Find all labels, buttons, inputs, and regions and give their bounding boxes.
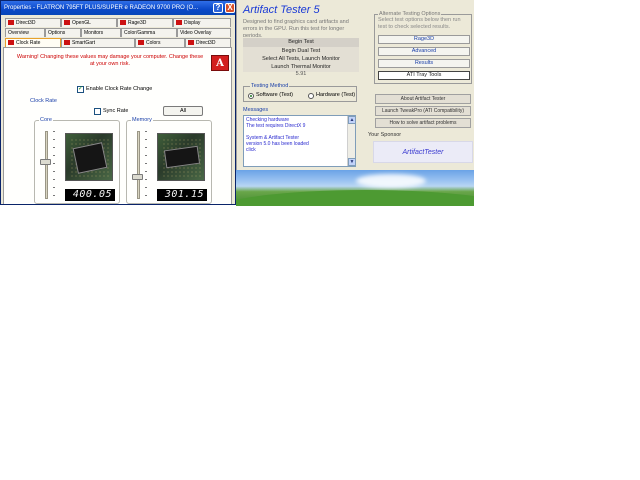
clock-rate-panel: Warning! Changing these values may damag… (3, 47, 232, 204)
core-label: Core (39, 117, 53, 124)
option-results-button[interactable]: Results (378, 59, 470, 68)
testing-method-group: Testing Method Software (Test) Hardware … (243, 83, 357, 102)
memory-clock-display: 301.15 (157, 189, 207, 201)
ati-icon (120, 20, 126, 26)
tab-clock-rate[interactable]: Clock Rate (5, 38, 61, 47)
help-button[interactable]: ? (213, 3, 223, 13)
messages-label: Messages (243, 107, 269, 113)
tab-monitors[interactable]: Monitors (81, 28, 121, 37)
memory-slider-ticks (145, 131, 147, 199)
desktop-wallpaper (236, 170, 474, 206)
tab-overview[interactable]: Overview (5, 28, 45, 37)
ati-icon (64, 40, 70, 46)
sync-rate-label: Sync Rate (103, 108, 129, 114)
sponsor-label: Your Sponsor (368, 132, 402, 138)
option-advanced-button[interactable]: Advanced (378, 47, 470, 56)
begin-test-button[interactable]: Begin Test (243, 38, 359, 47)
sponsor-banner[interactable]: ArtifactTester (373, 141, 473, 163)
cloud-shape (356, 174, 426, 188)
properties-window: Properties - FLATRON 795FT PLUS/SUPER e … (0, 0, 236, 205)
ati-icon (138, 40, 144, 46)
hill-shape (236, 190, 474, 206)
monitor-value: 5.91 (295, 71, 307, 77)
tab-color-gamma[interactable]: Color/Gamma (121, 28, 177, 37)
core-clock-group: Core 400.05 (34, 117, 120, 204)
testing-options-group: Alternate Testing Options Select test op… (374, 11, 472, 84)
software-radio[interactable] (248, 93, 254, 99)
tab-options[interactable]: Options (45, 28, 81, 37)
close-button[interactable]: X (225, 3, 235, 13)
tab-strip: Direct3D OpenGL Rage3D Display Overview … (3, 17, 233, 47)
enable-clock-checkbox[interactable]: ✓ (77, 86, 84, 93)
clock-rate-group-label: Clock Rate (30, 98, 57, 104)
option-rage3d-button[interactable]: Rage3D (378, 35, 470, 44)
tab-rage3d[interactable]: Rage3D (117, 18, 173, 27)
title-bar[interactable]: Properties - FLATRON 795FT PLUS/SUPER e … (1, 1, 235, 15)
hardware-radio[interactable] (308, 93, 314, 99)
about-button[interactable]: About Artifact Tester (375, 94, 471, 104)
tab-smartgart[interactable]: SmartGart (61, 38, 135, 47)
core-slider-thumb[interactable] (40, 158, 51, 165)
tab-direct3d-2[interactable]: Direct3D (185, 38, 231, 47)
ati-logo: A (211, 55, 229, 71)
messages-content: Checking hardware The test requires Dire… (246, 117, 309, 153)
scroll-up-arrow[interactable]: ▲ (348, 116, 356, 124)
ati-icon (176, 20, 182, 26)
warning-text: Warning! Changing these values may damag… (16, 54, 204, 67)
tab-direct3d[interactable]: Direct3D (5, 18, 61, 27)
memory-slider-track[interactable] (137, 131, 140, 199)
ati-icon (8, 40, 14, 46)
gpu-chip-image (65, 133, 113, 181)
memory-clock-group: Memory 301.15 (126, 117, 212, 204)
app-title: Artifact Tester 5 (243, 4, 320, 16)
ati-icon (8, 20, 14, 26)
ati-icon (64, 20, 70, 26)
memory-chip-image (157, 133, 205, 181)
software-radio-label: Software (Test) (256, 92, 293, 98)
how-to-solve-button[interactable]: How to solve artifact problems (375, 118, 471, 128)
messages-scrollbar[interactable]: ▲ ▼ (347, 116, 356, 166)
testing-options-description: Select test options below then run test … (378, 17, 461, 30)
tab-display[interactable]: Display (173, 18, 231, 27)
core-clock-display: 400.05 (65, 189, 115, 201)
messages-textarea[interactable]: Checking hardware The test requires Dire… (243, 115, 356, 167)
artifact-tester-window: Artifact Tester 5 Designed to find graph… (236, 0, 474, 170)
core-slider-track[interactable] (45, 131, 48, 199)
core-slider-ticks (53, 131, 55, 199)
ati-icon (188, 40, 194, 46)
scroll-down-arrow[interactable]: ▼ (348, 158, 356, 166)
tab-opengl[interactable]: OpenGL (61, 18, 117, 27)
enable-clock-label: Enable Clock Rate Change (86, 86, 153, 92)
all-button[interactable]: All (163, 106, 203, 116)
hardware-radio-label: Hardware (Test) (316, 92, 356, 98)
window-title: Properties - FLATRON 795FT PLUS/SUPER e … (4, 5, 199, 11)
app-description: Designed to find graphics card artifacts… (243, 19, 349, 37)
option-ati-tray-tools-button[interactable]: ATI Tray Tools (378, 71, 470, 80)
sync-rate-checkbox[interactable] (94, 108, 101, 115)
tab-video-overlay[interactable]: Video Overlay (177, 28, 231, 37)
memory-label: Memory (131, 117, 153, 124)
launch-tweak-button[interactable]: Launch TweakPro (ATI Compatibility) (375, 106, 471, 116)
tab-colors[interactable]: Colors (135, 38, 185, 47)
memory-slider-thumb[interactable] (132, 174, 143, 181)
testing-method-label: Testing Method (250, 83, 290, 90)
